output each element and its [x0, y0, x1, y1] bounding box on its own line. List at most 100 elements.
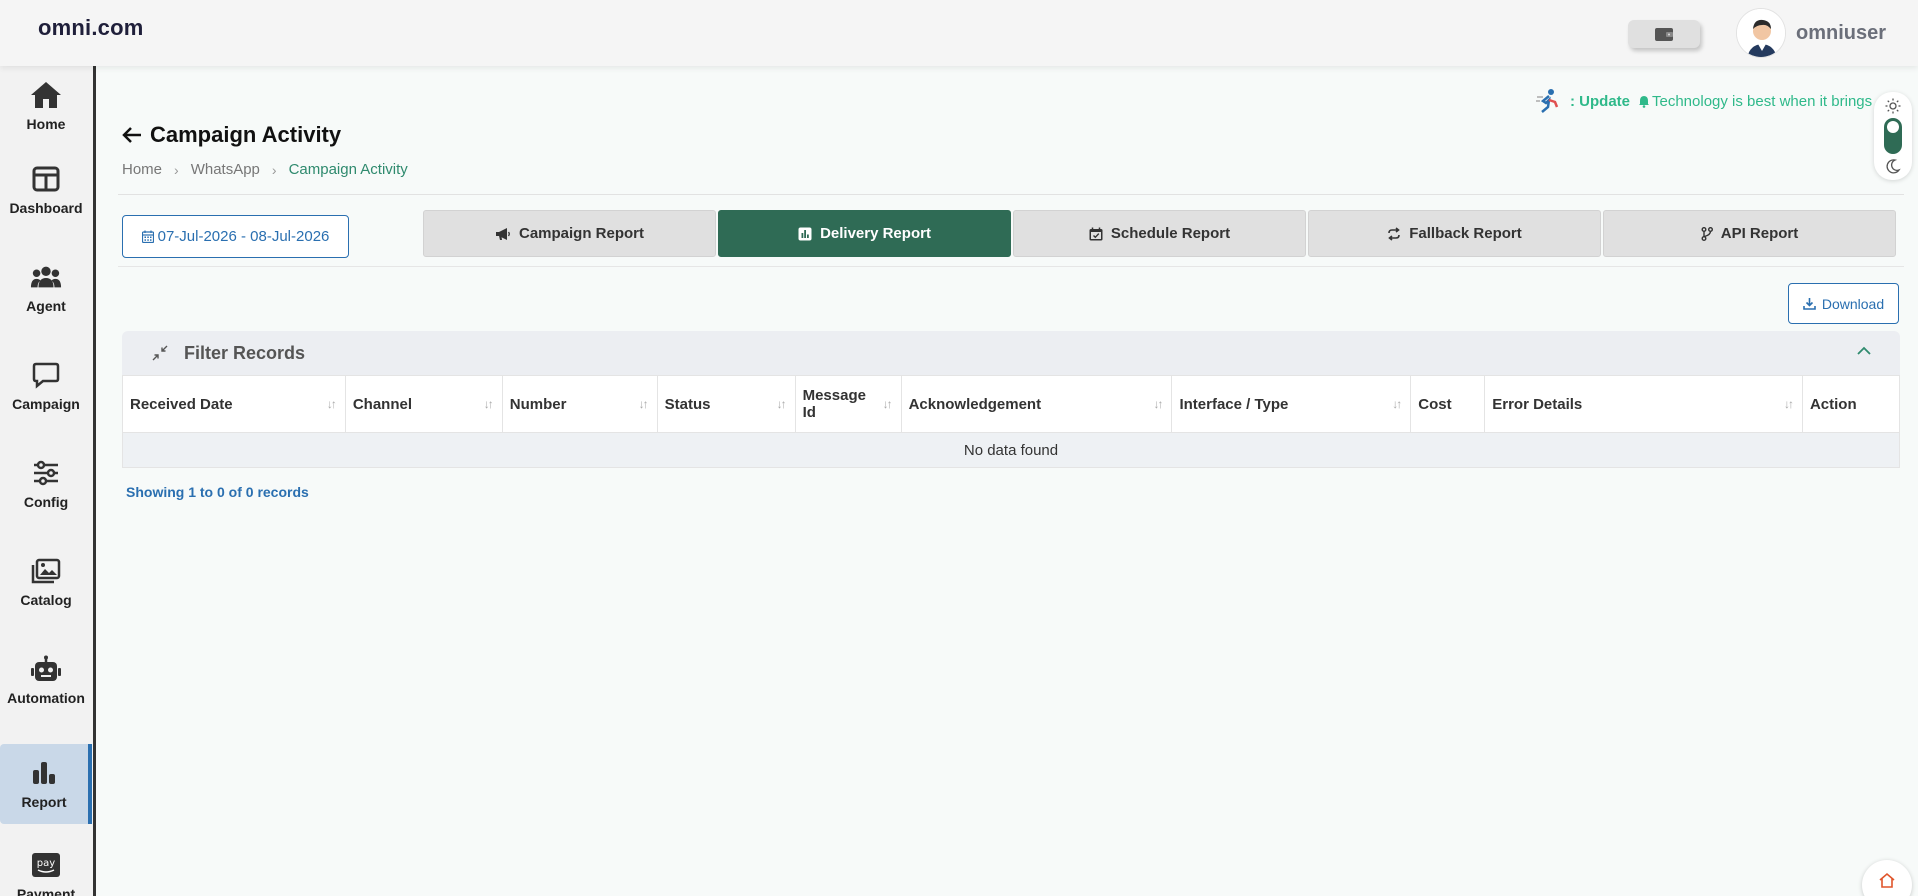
page-title-text: Campaign Activity	[150, 122, 342, 147]
sidebar-item-campaign[interactable]: Campaign	[0, 346, 92, 426]
svg-text:pay: pay	[37, 858, 55, 869]
tab-fallback-report[interactable]: Fallback Report	[1308, 210, 1601, 257]
table-row: No data found	[122, 432, 1900, 468]
column-header-message-id[interactable]: Message Id ↓↑	[794, 375, 902, 433]
tab-label: Fallback Report	[1409, 225, 1522, 242]
sort-icon[interactable]: ↓↑	[327, 397, 337, 411]
sort-icon[interactable]: ↓↑	[777, 397, 787, 411]
amazon-pay-icon: pay	[32, 853, 60, 877]
wallet-button[interactable]	[1628, 20, 1700, 48]
brand-logo[interactable]: omni.com	[38, 15, 144, 41]
tab-label: API Report	[1720, 225, 1799, 242]
chat-icon	[32, 362, 60, 389]
dashboard-icon	[32, 166, 60, 192]
column-header-status[interactable]: Status ↓↑	[656, 375, 796, 433]
sidebar-item-dashboard[interactable]: Dashboard	[0, 150, 92, 230]
filter-records-title: Filter Records	[184, 342, 306, 363]
breadcrumb-home[interactable]: Home	[122, 161, 162, 178]
download-label: Download	[1821, 295, 1885, 312]
sidebar-item-label: Home	[26, 116, 66, 132]
tab-schedule-report[interactable]: Schedule Report	[1013, 210, 1306, 257]
sidebar-item-agent[interactable]: Agent	[0, 248, 92, 328]
sidebar-item-label: Automation	[7, 690, 85, 706]
home-floating-button[interactable]	[1862, 860, 1912, 896]
page-title: Campaign Activity	[122, 122, 341, 148]
empty-message: No data found	[122, 432, 1900, 468]
date-range-picker[interactable]: 07-Jul-2026 - 08-Jul-2026	[122, 215, 349, 258]
tab-campaign-report[interactable]: Campaign Report	[423, 210, 716, 257]
sidebar: Home Dashboard Agent Campaign Config Cat…	[0, 66, 96, 896]
sidebar-item-catalog[interactable]: Catalog	[0, 542, 92, 622]
sidebar-item-label: Campaign	[12, 396, 80, 412]
sidebar-item-label: Catalog	[20, 592, 72, 608]
avatar[interactable]	[1736, 8, 1786, 58]
sort-icon[interactable]: ↓↑	[484, 397, 494, 411]
collapse-arrows-icon[interactable]	[150, 343, 170, 363]
theme-toggle[interactable]	[1874, 92, 1912, 180]
filter-records-panel[interactable]: Filter Records	[122, 331, 1900, 375]
robot-icon	[31, 655, 61, 681]
download-button[interactable]: Download	[1788, 283, 1899, 324]
column-header-received-date[interactable]: Received Date ↓↑	[122, 375, 346, 433]
sidebar-item-report[interactable]: Report	[0, 744, 92, 824]
download-icon	[1803, 298, 1816, 310]
records-summary: Showing 1 to 0 of 0 records	[126, 484, 309, 500]
sun-icon	[1885, 98, 1901, 114]
column-header-cost: Cost	[1410, 375, 1486, 433]
username[interactable]: omniuser	[1796, 22, 1886, 45]
users-icon	[30, 266, 62, 288]
sort-icon[interactable]: ↓↑	[1392, 397, 1402, 411]
ticker-text: Technology is best when it brings	[1652, 92, 1873, 110]
moon-icon	[1886, 159, 1901, 174]
megaphone-icon	[495, 227, 510, 240]
breadcrumb-whatsapp[interactable]: WhatsApp	[191, 161, 260, 178]
theme-switch[interactable]	[1884, 118, 1902, 154]
breadcrumb: Home › WhatsApp › Campaign Activity	[122, 161, 408, 178]
date-range-text: 07-Jul-2026 - 08-Jul-2026	[157, 228, 330, 245]
images-icon	[31, 558, 61, 584]
sort-icon[interactable]: ↓↑	[639, 397, 649, 411]
repeat-icon	[1388, 226, 1401, 241]
sidebar-item-label: Report	[21, 794, 67, 810]
column-header-acknowledgement[interactable]: Acknowledgement ↓↑	[900, 375, 1173, 433]
chevron-up-icon[interactable]	[1856, 343, 1872, 359]
sort-icon[interactable]: ↓↑	[883, 397, 893, 411]
column-header-error-details[interactable]: Error Details ↓↑	[1484, 375, 1803, 433]
tab-label: Delivery Report	[820, 225, 931, 242]
tab-delivery-report[interactable]: Delivery Report	[718, 210, 1011, 257]
sidebar-item-label: Payment	[16, 886, 76, 896]
calendar-icon	[141, 230, 154, 243]
divider	[118, 194, 1904, 195]
bar-chart-icon	[33, 762, 55, 784]
back-arrow-icon[interactable]	[122, 126, 142, 144]
sidebar-item-payment[interactable]: pay Payment	[0, 836, 92, 896]
column-header-channel[interactable]: Channel ↓↑	[344, 375, 503, 433]
tab-api-report[interactable]: API Report	[1603, 210, 1896, 257]
delivery-report-table: Received Date ↓↑ Channel ↓↑ Number ↓↑ Statu…	[122, 375, 1901, 468]
chevron-right-icon: ›	[271, 161, 277, 178]
sort-icon[interactable]: ↓↑	[1784, 397, 1794, 411]
ticker-prefix: : Update	[1570, 92, 1630, 110]
breadcrumb-current: Campaign Activity	[288, 161, 408, 178]
chevron-right-icon: ›	[174, 161, 179, 178]
sidebar-item-label: Config	[23, 494, 69, 510]
column-header-interface-type[interactable]: Interface / Type ↓↑	[1171, 375, 1412, 433]
wallet-icon	[1655, 28, 1673, 41]
sidebar-item-home[interactable]: Home	[0, 66, 92, 146]
tab-label: Campaign Report	[518, 225, 644, 242]
runner-icon	[1536, 89, 1559, 113]
branch-icon	[1701, 226, 1713, 241]
top-bar: omni.com omniuser	[0, 0, 1918, 66]
table-header-row: Received Date ↓↑ Channel ↓↑ Number ↓↑ Statu…	[122, 375, 1901, 433]
bell-icon	[1639, 95, 1649, 108]
sidebar-item-automation[interactable]: Automation	[0, 640, 92, 720]
sort-icon[interactable]: ↓↑	[1153, 397, 1163, 411]
column-header-number[interactable]: Number ↓↑	[501, 375, 658, 433]
divider	[118, 266, 1904, 267]
column-header-action: Action	[1801, 375, 1901, 433]
sidebar-item-label: Dashboard	[9, 200, 83, 216]
sidebar-item-config[interactable]: Config	[0, 444, 92, 524]
sidebar-item-label: Agent	[26, 298, 66, 314]
user-avatar-icon	[1737, 9, 1785, 57]
report-icon	[798, 227, 812, 240]
